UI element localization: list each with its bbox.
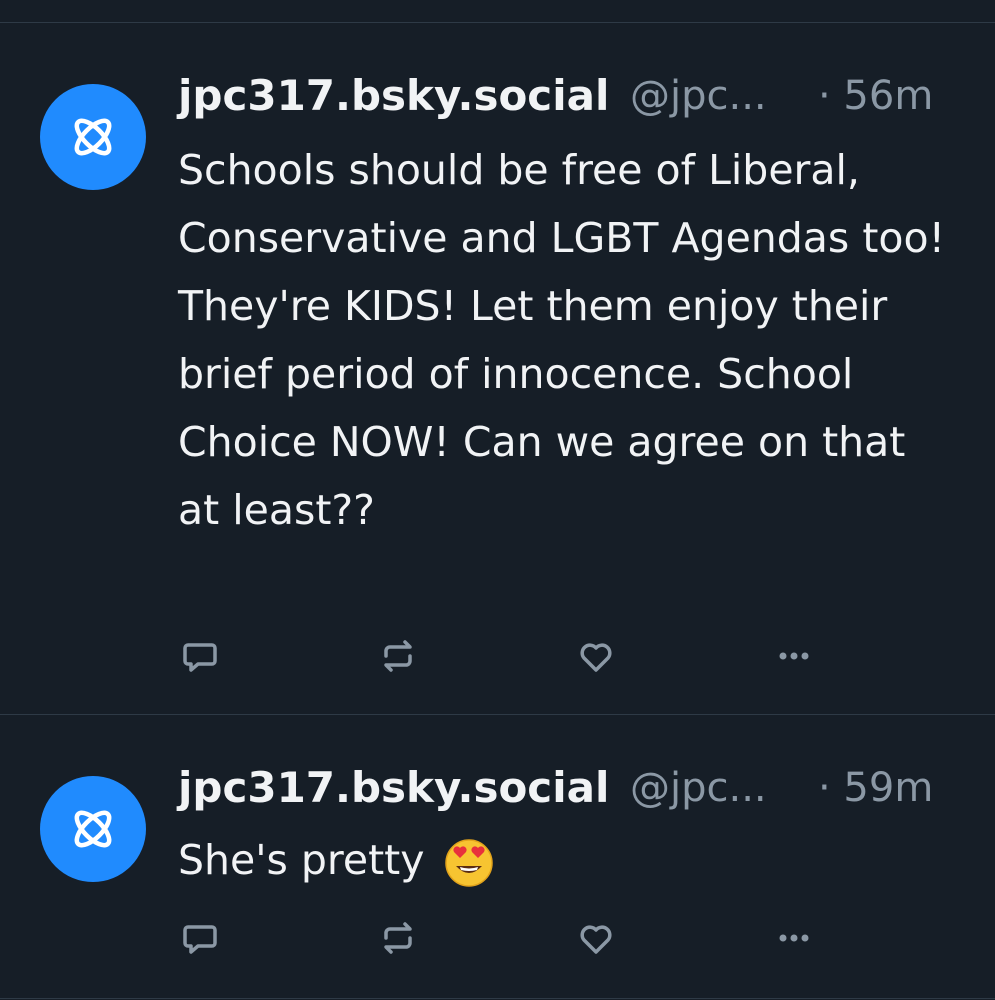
top-divider bbox=[0, 22, 995, 23]
post[interactable]: jpc317.bsky.social @jpc... · 59m She's p… bbox=[0, 716, 995, 998]
timestamp[interactable]: · 59m bbox=[818, 760, 933, 816]
reply-button[interactable] bbox=[178, 916, 222, 960]
post-text-container: She's pretty bbox=[178, 826, 958, 894]
repost-icon bbox=[384, 640, 412, 672]
more-icon bbox=[779, 934, 809, 942]
like-button[interactable] bbox=[574, 916, 618, 960]
avatar[interactable] bbox=[40, 84, 146, 190]
avatar[interactable] bbox=[40, 776, 146, 882]
post-text: She's pretty bbox=[178, 836, 425, 884]
handle[interactable]: @jpc... bbox=[630, 68, 767, 124]
display-name[interactable]: jpc317.bsky.social bbox=[178, 763, 609, 812]
repost-button[interactable] bbox=[376, 634, 420, 678]
atom-icon bbox=[74, 118, 112, 156]
more-options-button[interactable] bbox=[772, 916, 816, 960]
like-icon bbox=[580, 925, 612, 954]
more-options-button[interactable] bbox=[772, 634, 816, 678]
feed: jpc317.bsky.social @jpc... · 56m Schools… bbox=[0, 0, 995, 1000]
post-text: Schools should be free of Liberal, Conse… bbox=[178, 146, 946, 534]
reply-button[interactable] bbox=[178, 634, 222, 678]
repost-button[interactable] bbox=[376, 916, 420, 960]
reply-icon bbox=[183, 925, 217, 954]
post-header: jpc317.bsky.social @jpc... · 59m bbox=[178, 760, 958, 816]
repost-icon bbox=[384, 922, 412, 954]
timestamp[interactable]: · 56m bbox=[818, 68, 933, 124]
post[interactable]: jpc317.bsky.social @jpc... · 56m Schools… bbox=[0, 24, 995, 714]
heart-eyes-emoji bbox=[444, 839, 493, 887]
atom-icon bbox=[74, 810, 112, 848]
reply-icon bbox=[183, 643, 217, 672]
post-divider bbox=[0, 714, 995, 715]
post-header: jpc317.bsky.social @jpc... · 56m bbox=[178, 68, 958, 124]
like-button[interactable] bbox=[574, 634, 618, 678]
post-actions bbox=[178, 916, 938, 960]
post-actions bbox=[178, 634, 938, 678]
display-name[interactable]: jpc317.bsky.social bbox=[178, 71, 609, 120]
more-icon bbox=[779, 652, 809, 660]
bottom-divider bbox=[0, 998, 995, 999]
handle[interactable]: @jpc... bbox=[630, 760, 767, 816]
like-icon bbox=[580, 643, 612, 672]
